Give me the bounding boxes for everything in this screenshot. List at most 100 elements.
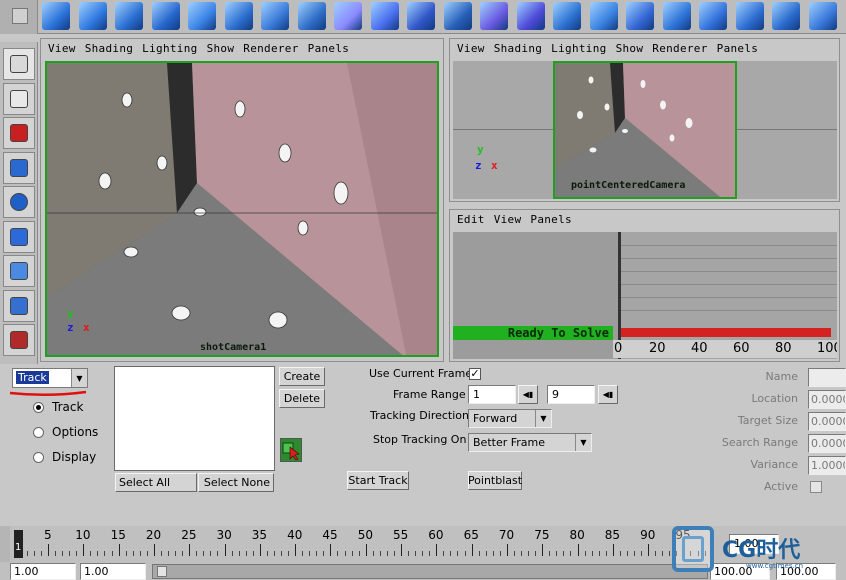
paint-select-icon[interactable] <box>3 117 35 149</box>
pipe-icon[interactable] <box>297 2 326 30</box>
mesh-icon[interactable] <box>626 2 654 30</box>
left-menu-panels[interactable]: Panels <box>308 42 350 55</box>
radio-track-label: Track <box>52 400 84 414</box>
left-menu-view[interactable]: View <box>48 42 76 55</box>
move-tool-icon[interactable] <box>553 2 581 30</box>
cube-icon[interactable] <box>78 2 107 30</box>
set-start-frame-button[interactable]: ◀▮ <box>518 385 538 404</box>
right-viewport-panel: View Shading Lighting Show Renderer Panels <box>449 38 840 202</box>
graph-area[interactable]: Ready To Solve 0 20 40 60 80 100 <box>453 232 837 359</box>
merge-icon[interactable] <box>808 2 837 30</box>
track-icon-button[interactable] <box>280 438 302 462</box>
shot-camera-view[interactable]: y z x shotCamera1 <box>45 61 439 357</box>
radio-track[interactable] <box>33 402 44 413</box>
right-menu-panels[interactable]: Panels <box>717 42 759 55</box>
manipulator-icon[interactable] <box>3 255 35 287</box>
rotate-icon[interactable] <box>3 186 35 218</box>
delete-button[interactable]: Delete <box>279 389 325 408</box>
timeline-minor-tick <box>386 551 388 556</box>
attr-location-field[interactable]: 0.0000 <box>808 390 846 409</box>
timeline-minor-tick <box>104 551 106 556</box>
soft-mod-icon[interactable] <box>3 289 35 322</box>
bevel-icon[interactable] <box>735 2 764 30</box>
pointblast-button[interactable]: Pointblast <box>468 471 522 490</box>
point-centered-camera-view[interactable]: pointCenteredCamera y z x <box>453 61 837 199</box>
attr-name-field[interactable] <box>808 368 846 387</box>
attr-location-label: Location <box>751 392 798 405</box>
sphere-icon[interactable] <box>42 2 70 30</box>
graph-menu-view[interactable]: View <box>494 213 522 226</box>
cluster-icon[interactable] <box>443 2 472 30</box>
frame-start-field[interactable]: 1 <box>468 385 516 404</box>
lasso-select-icon[interactable] <box>3 82 35 115</box>
timeline-minor-tick <box>111 551 113 556</box>
timeline-minor-tick <box>55 551 57 556</box>
range-inner-start-field[interactable]: 1.00 <box>80 563 146 580</box>
mode-dropdown[interactable]: Track ▼ <box>12 368 88 388</box>
tracking-direction-dropdown[interactable]: Forward ▼ <box>468 409 552 428</box>
subdivision-cube-icon[interactable] <box>516 2 545 30</box>
nurbs-plane-icon[interactable] <box>261 2 289 30</box>
timeline-tick-label: 60 <box>428 528 444 542</box>
extrude-icon[interactable] <box>589 2 618 30</box>
timeline-tick-label: 30 <box>216 528 232 542</box>
right-menu-renderer[interactable]: Renderer <box>652 42 707 55</box>
smooth-icon[interactable] <box>772 2 800 30</box>
timeline-tick <box>83 544 85 556</box>
stop-tracking-dropdown[interactable]: Better Frame ▼ <box>468 433 592 452</box>
pc-axis-z-label: z <box>475 159 482 172</box>
torus-icon[interactable] <box>224 2 253 30</box>
split-icon[interactable] <box>662 2 691 30</box>
create-button[interactable]: Create <box>279 367 325 386</box>
right-menu-lighting[interactable]: Lighting <box>551 42 606 55</box>
timeline-minor-tick <box>309 551 311 556</box>
active-checkbox[interactable] <box>810 481 822 493</box>
timeline-tick <box>224 544 226 556</box>
left-menu-lighting[interactable]: Lighting <box>142 42 197 55</box>
range-start-field[interactable]: 1.00 <box>10 563 76 580</box>
component-icon[interactable] <box>407 2 435 30</box>
attr-variance-label: Variance <box>750 458 798 471</box>
graph-frame-axis: 0 20 40 60 80 100 <box>613 340 837 358</box>
graph-menu-edit[interactable]: Edit <box>457 213 485 226</box>
snap-icon[interactable] <box>370 2 399 30</box>
wedge-icon[interactable] <box>699 2 727 30</box>
right-menu-shading[interactable]: Shading <box>494 42 542 55</box>
shelf-menu-button[interactable] <box>0 0 38 34</box>
move-icon[interactable] <box>3 151 35 184</box>
set-end-frame-button[interactable]: ◀▮ <box>598 385 618 404</box>
timeline-minor-tick <box>535 551 537 556</box>
cylinder-icon[interactable] <box>115 2 143 30</box>
left-menu-shading[interactable]: Shading <box>85 42 133 55</box>
right-menu-show[interactable]: Show <box>616 42 644 55</box>
select-all-button[interactable]: Select All <box>115 473 197 492</box>
timeline-tick <box>48 544 49 556</box>
graph-menu-panels[interactable]: Panels <box>530 213 572 226</box>
left-menu-show[interactable]: Show <box>207 42 235 55</box>
timeline-minor-tick <box>372 551 374 556</box>
right-menu-view[interactable]: View <box>457 42 485 55</box>
tracking-direction-value: Forward <box>473 412 518 425</box>
radio-options[interactable] <box>33 427 44 438</box>
timeline-minor-tick <box>210 551 212 556</box>
attr-name-label: Name <box>765 370 798 383</box>
frame-end-field[interactable]: 9 <box>547 385 595 404</box>
timeline-minor-tick <box>33 551 35 556</box>
attr-target-size-field[interactable]: 0.0000 <box>808 412 846 431</box>
scale-icon[interactable] <box>3 220 35 253</box>
left-menu-renderer[interactable]: Renderer <box>243 42 298 55</box>
start-track-button[interactable]: Start Track <box>347 471 409 490</box>
select-none-button[interactable]: Select None <box>198 473 274 492</box>
tracker-list[interactable] <box>114 366 275 471</box>
show-manipulator-icon[interactable] <box>3 324 35 356</box>
attr-search-range-field[interactable]: 0.0000 <box>808 434 846 453</box>
select-mode-icon[interactable] <box>334 2 362 30</box>
radio-display[interactable] <box>33 452 44 463</box>
select-arrow-icon[interactable] <box>3 48 35 80</box>
plane-icon[interactable] <box>188 2 216 30</box>
lattice-icon[interactable] <box>480 2 508 30</box>
cone-icon[interactable] <box>151 2 180 30</box>
attr-variance-field[interactable]: 1.0000 <box>808 456 846 475</box>
use-current-frame-checkbox[interactable]: ✓ <box>469 368 481 380</box>
range-slider-bar[interactable] <box>152 564 708 579</box>
